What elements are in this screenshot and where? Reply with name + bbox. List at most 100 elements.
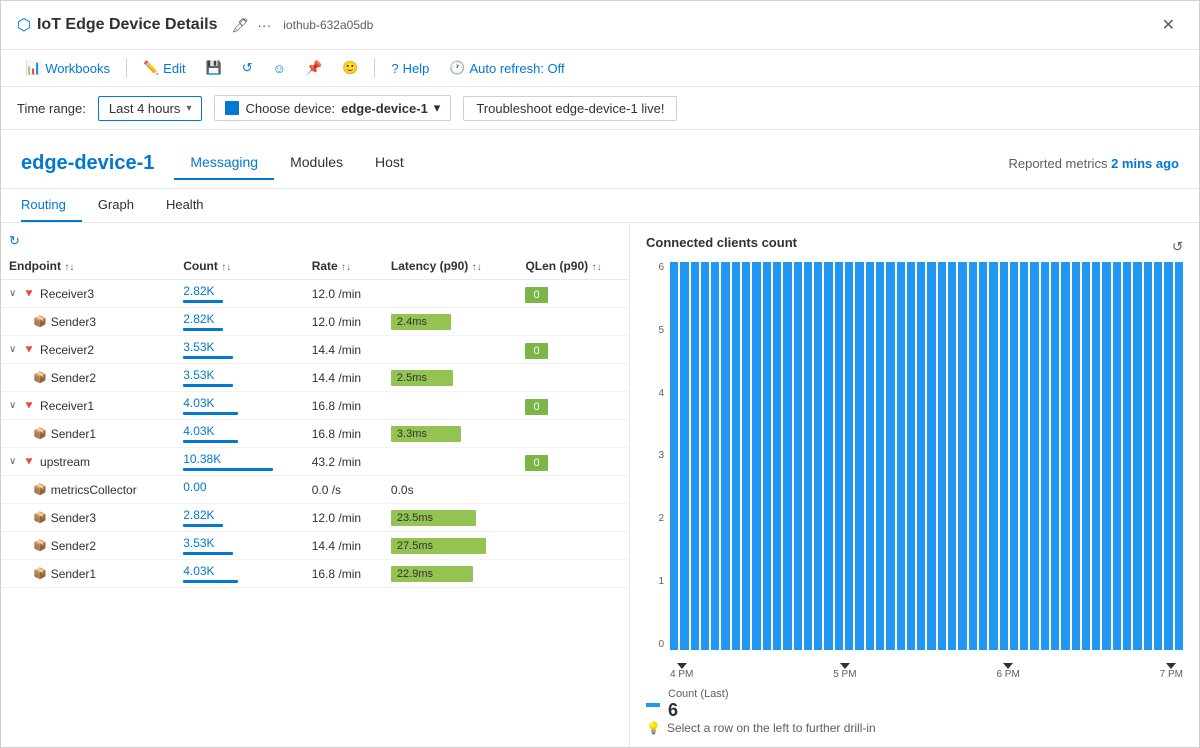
chart-bar-item	[1061, 262, 1069, 650]
time-range-dropdown[interactable]: Last 4 hours ▾	[98, 96, 203, 121]
count-value: 4.03K	[183, 396, 295, 410]
count-cell: 10.38K	[175, 448, 303, 476]
latency-cell: 2.5ms	[383, 364, 518, 392]
table-row[interactable]: 📦 Sender3 2.82K 12.0 /min 23.5ms	[1, 504, 629, 532]
sort-latency-icon[interactable]: ↑↓	[472, 262, 482, 273]
count-cell: 2.82K	[175, 308, 303, 336]
y-axis-label: 6	[658, 262, 664, 273]
chart-refresh-button[interactable]: ↺	[1172, 239, 1183, 255]
tab-messaging[interactable]: Messaging	[174, 146, 274, 180]
table-row[interactable]: ∨ 🔻 Receiver2 3.53K 14.4 /min 0	[1, 336, 629, 364]
rate-cell: 16.8 /min	[304, 560, 383, 588]
emoji-button[interactable]: 🙂	[334, 56, 366, 80]
sort-rate-icon[interactable]: ↑↓	[341, 262, 351, 273]
count-value: 0.00	[183, 480, 295, 494]
latency-cell: 23.5ms	[383, 504, 518, 532]
expand-icon[interactable]: ∨	[9, 288, 16, 299]
receiver-icon: 🔻	[22, 399, 36, 412]
sort-qlen-icon[interactable]: ↑↓	[591, 262, 601, 273]
expand-icon[interactable]: ∨	[9, 456, 16, 467]
x-axis-tick: 7 PM	[1160, 663, 1183, 680]
y-axis-label: 0	[658, 639, 664, 650]
table-row[interactable]: ∨ 🔻 Receiver1 4.03K 16.8 /min 0	[1, 392, 629, 420]
endpoint-name: Sender2	[51, 539, 96, 553]
chart-bar-item	[680, 262, 688, 650]
chart-bar-item	[979, 262, 987, 650]
latency-bar: 2.4ms	[391, 314, 451, 330]
expand-icon[interactable]: ∨	[9, 400, 16, 411]
autorefresh-button[interactable]: 🕐 Auto refresh: Off	[441, 56, 572, 80]
routing-table: Endpoint ↑↓ Count ↑↓ Rate ↑↓	[1, 253, 629, 588]
chart-bar-item	[794, 262, 802, 650]
metrics-icon: 📦	[33, 483, 47, 496]
expand-icon[interactable]: ∨	[9, 344, 16, 355]
table-row[interactable]: 📦 Sender2 3.53K 14.4 /min 2.5ms	[1, 364, 629, 392]
table-row[interactable]: ∨ 🔻 upstream 10.38K 43.2 /min 0	[1, 448, 629, 476]
window-subtitle: iothub-632a05db	[283, 18, 373, 32]
more-button[interactable]: ···	[253, 15, 275, 35]
count-value: 4.03K	[183, 424, 295, 438]
troubleshoot-button[interactable]: Troubleshoot edge-device-1 live!	[463, 96, 677, 121]
x-axis-tick: 4 PM	[670, 663, 693, 680]
help-button[interactable]: ? Help	[383, 57, 437, 80]
endpoint-name: Sender3	[51, 315, 96, 329]
x-tick-label: 7 PM	[1160, 669, 1183, 680]
sort-endpoint-icon[interactable]: ↑↓	[64, 262, 74, 273]
chart-bar-item	[897, 262, 905, 650]
qlen-cell	[517, 560, 629, 588]
edit-button[interactable]: ✏️ Edit	[135, 56, 194, 80]
y-axis-label: 5	[658, 325, 664, 336]
table-row[interactable]: 📦 Sender3 2.82K 12.0 /min 2.4ms	[1, 308, 629, 336]
x-axis-tick: 5 PM	[833, 663, 856, 680]
count-cell: 4.03K	[175, 392, 303, 420]
sub-tab-graph[interactable]: Graph	[82, 189, 150, 222]
chart-bar-item	[876, 262, 884, 650]
count-value: 2.82K	[183, 508, 295, 522]
endpoint-name: Receiver3	[40, 287, 94, 301]
feedback-button[interactable]: ☺	[265, 57, 294, 80]
table-row[interactable]: 📦 metricsCollector 0.00 0.0 /s 0.0s	[1, 476, 629, 504]
sub-tab-health[interactable]: Health	[150, 189, 220, 222]
rate-cell: 12.0 /min	[304, 504, 383, 532]
table-row[interactable]: 📦 Sender1 4.03K 16.8 /min 22.9ms	[1, 560, 629, 588]
save-button[interactable]: 💾	[198, 56, 230, 80]
tab-modules[interactable]: Modules	[274, 146, 359, 180]
sort-count-icon[interactable]: ↑↓	[221, 262, 231, 273]
workbooks-button[interactable]: 📊 Workbooks	[17, 56, 118, 80]
chart-bar-item	[927, 262, 935, 650]
endpoint-cell: ∨ 🔻 upstream	[1, 448, 175, 476]
endpoint-cell: ∨ 🔻 Receiver1	[1, 392, 175, 420]
pin-button[interactable]: 🖊	[227, 15, 253, 36]
chart-bar-item	[1000, 262, 1008, 650]
endpoint-cell: ∨ 🔻 Receiver2	[1, 336, 175, 364]
table-row[interactable]: 📦 Sender2 3.53K 14.4 /min 27.5ms	[1, 532, 629, 560]
sender-icon: 📦	[33, 371, 47, 384]
count-bar	[183, 356, 233, 359]
rate-cell: 0.0 /s	[304, 476, 383, 504]
tab-host[interactable]: Host	[359, 146, 420, 180]
table-row[interactable]: ∨ 🔻 Receiver3 2.82K 12.0 /min 0	[1, 280, 629, 308]
count-bar	[183, 440, 238, 443]
latency-cell: 27.5ms	[383, 532, 518, 560]
y-axis-label: 1	[658, 576, 664, 587]
col-count: Count ↑↓	[175, 253, 303, 280]
latency-bar: 3.3ms	[391, 426, 461, 442]
pin-toolbar-button[interactable]: 📌	[298, 56, 330, 80]
chart-bar-item	[855, 262, 863, 650]
count-bar	[183, 468, 273, 471]
device-dropdown[interactable]: Choose device: edge-device-1 ▾	[214, 95, 451, 121]
chart-bar-item	[1102, 262, 1110, 650]
count-bar	[183, 552, 233, 555]
y-axis-label: 3	[658, 450, 664, 461]
refresh-spin-icon[interactable]: ↻	[9, 233, 20, 248]
close-button[interactable]: ✕	[1154, 11, 1183, 39]
table-row[interactable]: 📦 Sender1 4.03K 16.8 /min 3.3ms	[1, 420, 629, 448]
count-cell: 3.53K	[175, 336, 303, 364]
qlen-cell	[517, 476, 629, 504]
refresh-button[interactable]: ↺	[234, 56, 261, 80]
y-axis-label: 2	[658, 513, 664, 524]
latency-cell: 0.0s	[383, 476, 518, 504]
sub-tab-routing[interactable]: Routing	[21, 189, 82, 222]
chart-bar-item	[1164, 262, 1172, 650]
chart-bar-item	[1144, 262, 1152, 650]
